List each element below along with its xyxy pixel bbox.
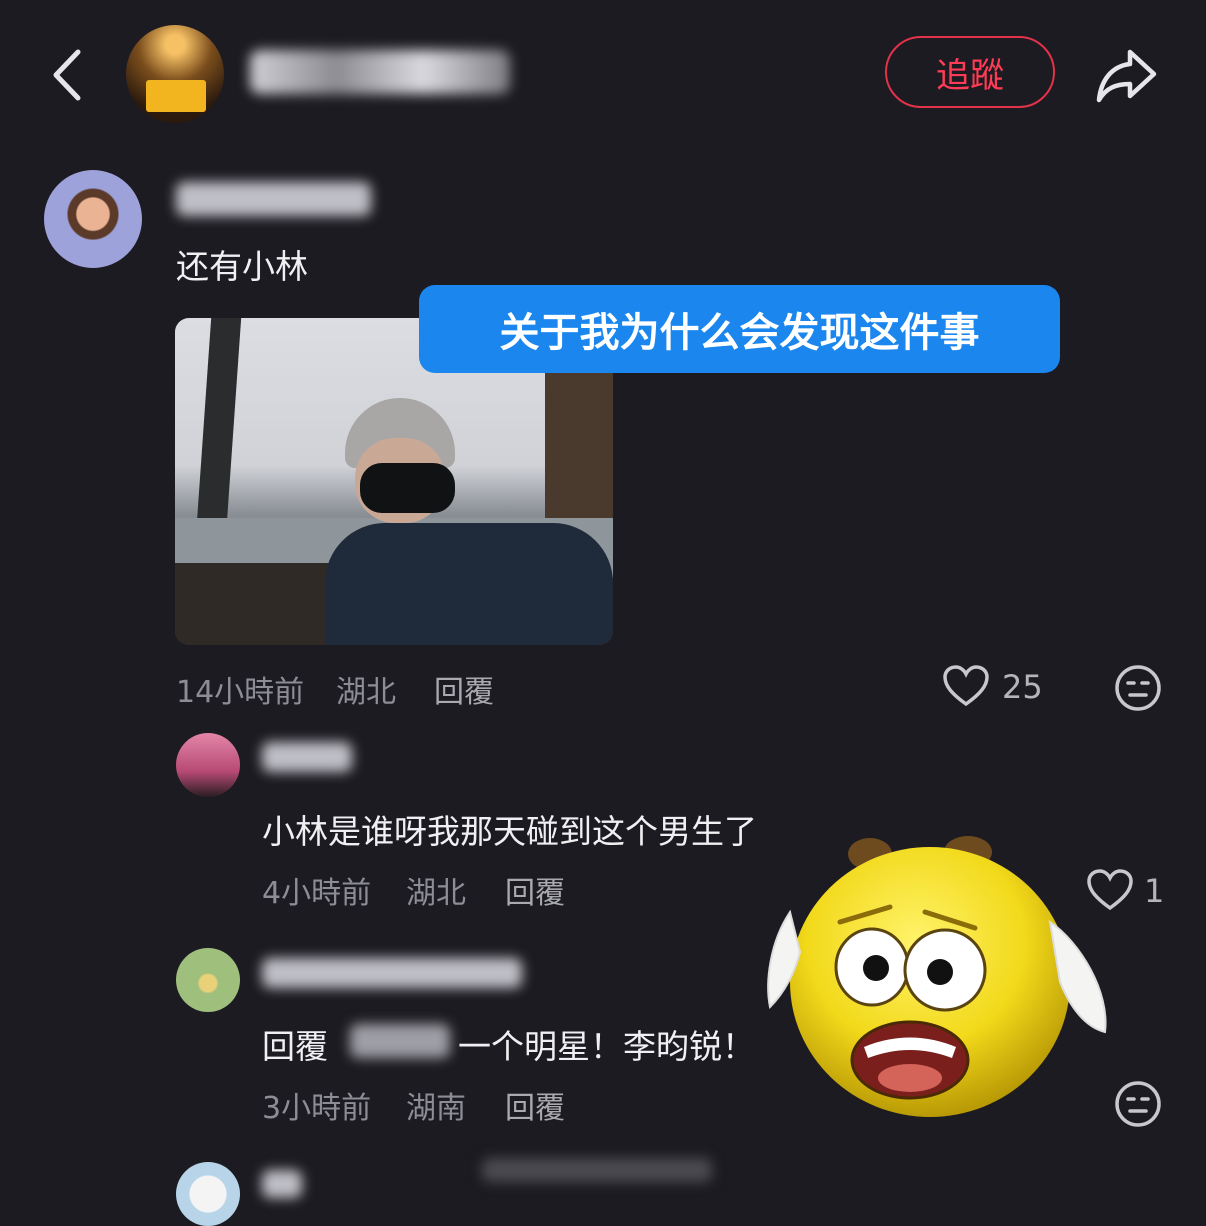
mentioned-user-redacted <box>350 1024 450 1058</box>
react-button[interactable] <box>1114 1080 1162 1128</box>
neutral-face-icon <box>1115 1081 1161 1127</box>
reply-button[interactable]: 回覆 <box>505 1083 565 1127</box>
commenter-avatar[interactable] <box>176 733 240 797</box>
overlay-caption: 关于我为什么会发现这件事 <box>419 285 1060 373</box>
comment-time: 14小時前 <box>176 675 305 710</box>
share-arrow-icon <box>1096 49 1157 103</box>
comment-time: 3小時前 <box>262 1091 372 1126</box>
comment-location: 湖北 <box>406 876 466 911</box>
comment-text: 小林是谁呀我那天碰到这个男生了 <box>262 812 757 851</box>
shocked-emoji-sticker <box>760 832 1120 1142</box>
comment-text: 一个明星！李昀锐！ <box>458 1027 755 1066</box>
react-button[interactable] <box>1114 664 1162 712</box>
neutral-face-icon <box>1115 665 1161 711</box>
reply-button[interactable]: 回覆 <box>434 667 494 711</box>
comment-time: 4小時前 <box>262 876 372 911</box>
commenter-avatar[interactable] <box>176 1162 240 1226</box>
commenter-avatar[interactable] <box>44 170 142 268</box>
comment-text: 还有小林 <box>176 247 308 286</box>
redacted-text <box>482 1158 712 1182</box>
comment-location: 湖北 <box>336 675 396 710</box>
commenter-name-redacted <box>176 182 371 216</box>
author-avatar[interactable] <box>126 25 224 123</box>
follow-button[interactable]: 追蹤 <box>885 36 1055 108</box>
share-button[interactable] <box>1094 44 1160 104</box>
like-count: 1 <box>1144 872 1165 910</box>
reply-prefix: 回覆 <box>262 1027 328 1066</box>
author-name-redacted <box>250 50 510 94</box>
commenter-name-redacted <box>262 742 352 772</box>
commenter-name-redacted <box>262 1170 302 1198</box>
commenter-avatar[interactable] <box>176 948 240 1012</box>
heart-icon <box>943 665 989 707</box>
back-button[interactable] <box>44 40 94 110</box>
like-count: 25 <box>1002 668 1043 706</box>
like-button[interactable] <box>942 664 990 708</box>
commenter-name-redacted <box>262 958 522 988</box>
reply-button[interactable]: 回覆 <box>505 868 565 912</box>
chevron-left-icon <box>53 49 81 101</box>
comment-location: 湖南 <box>406 1091 466 1126</box>
